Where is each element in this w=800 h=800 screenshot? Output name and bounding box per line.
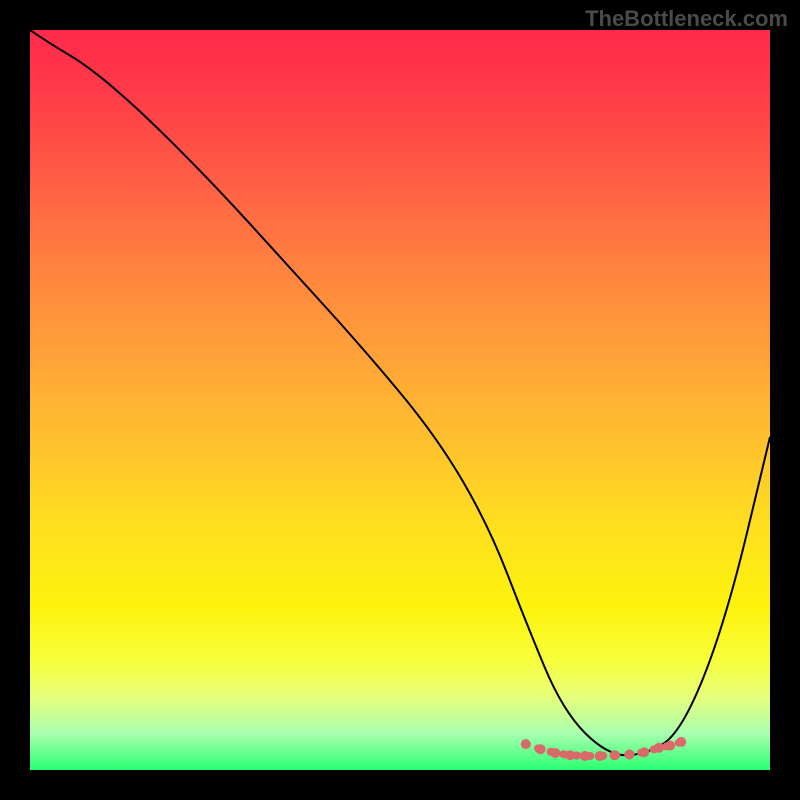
chart-svg	[30, 30, 770, 770]
watermark-text: TheBottleneck.com	[585, 6, 788, 32]
plot-area	[30, 30, 770, 770]
curve-line	[30, 30, 770, 755]
